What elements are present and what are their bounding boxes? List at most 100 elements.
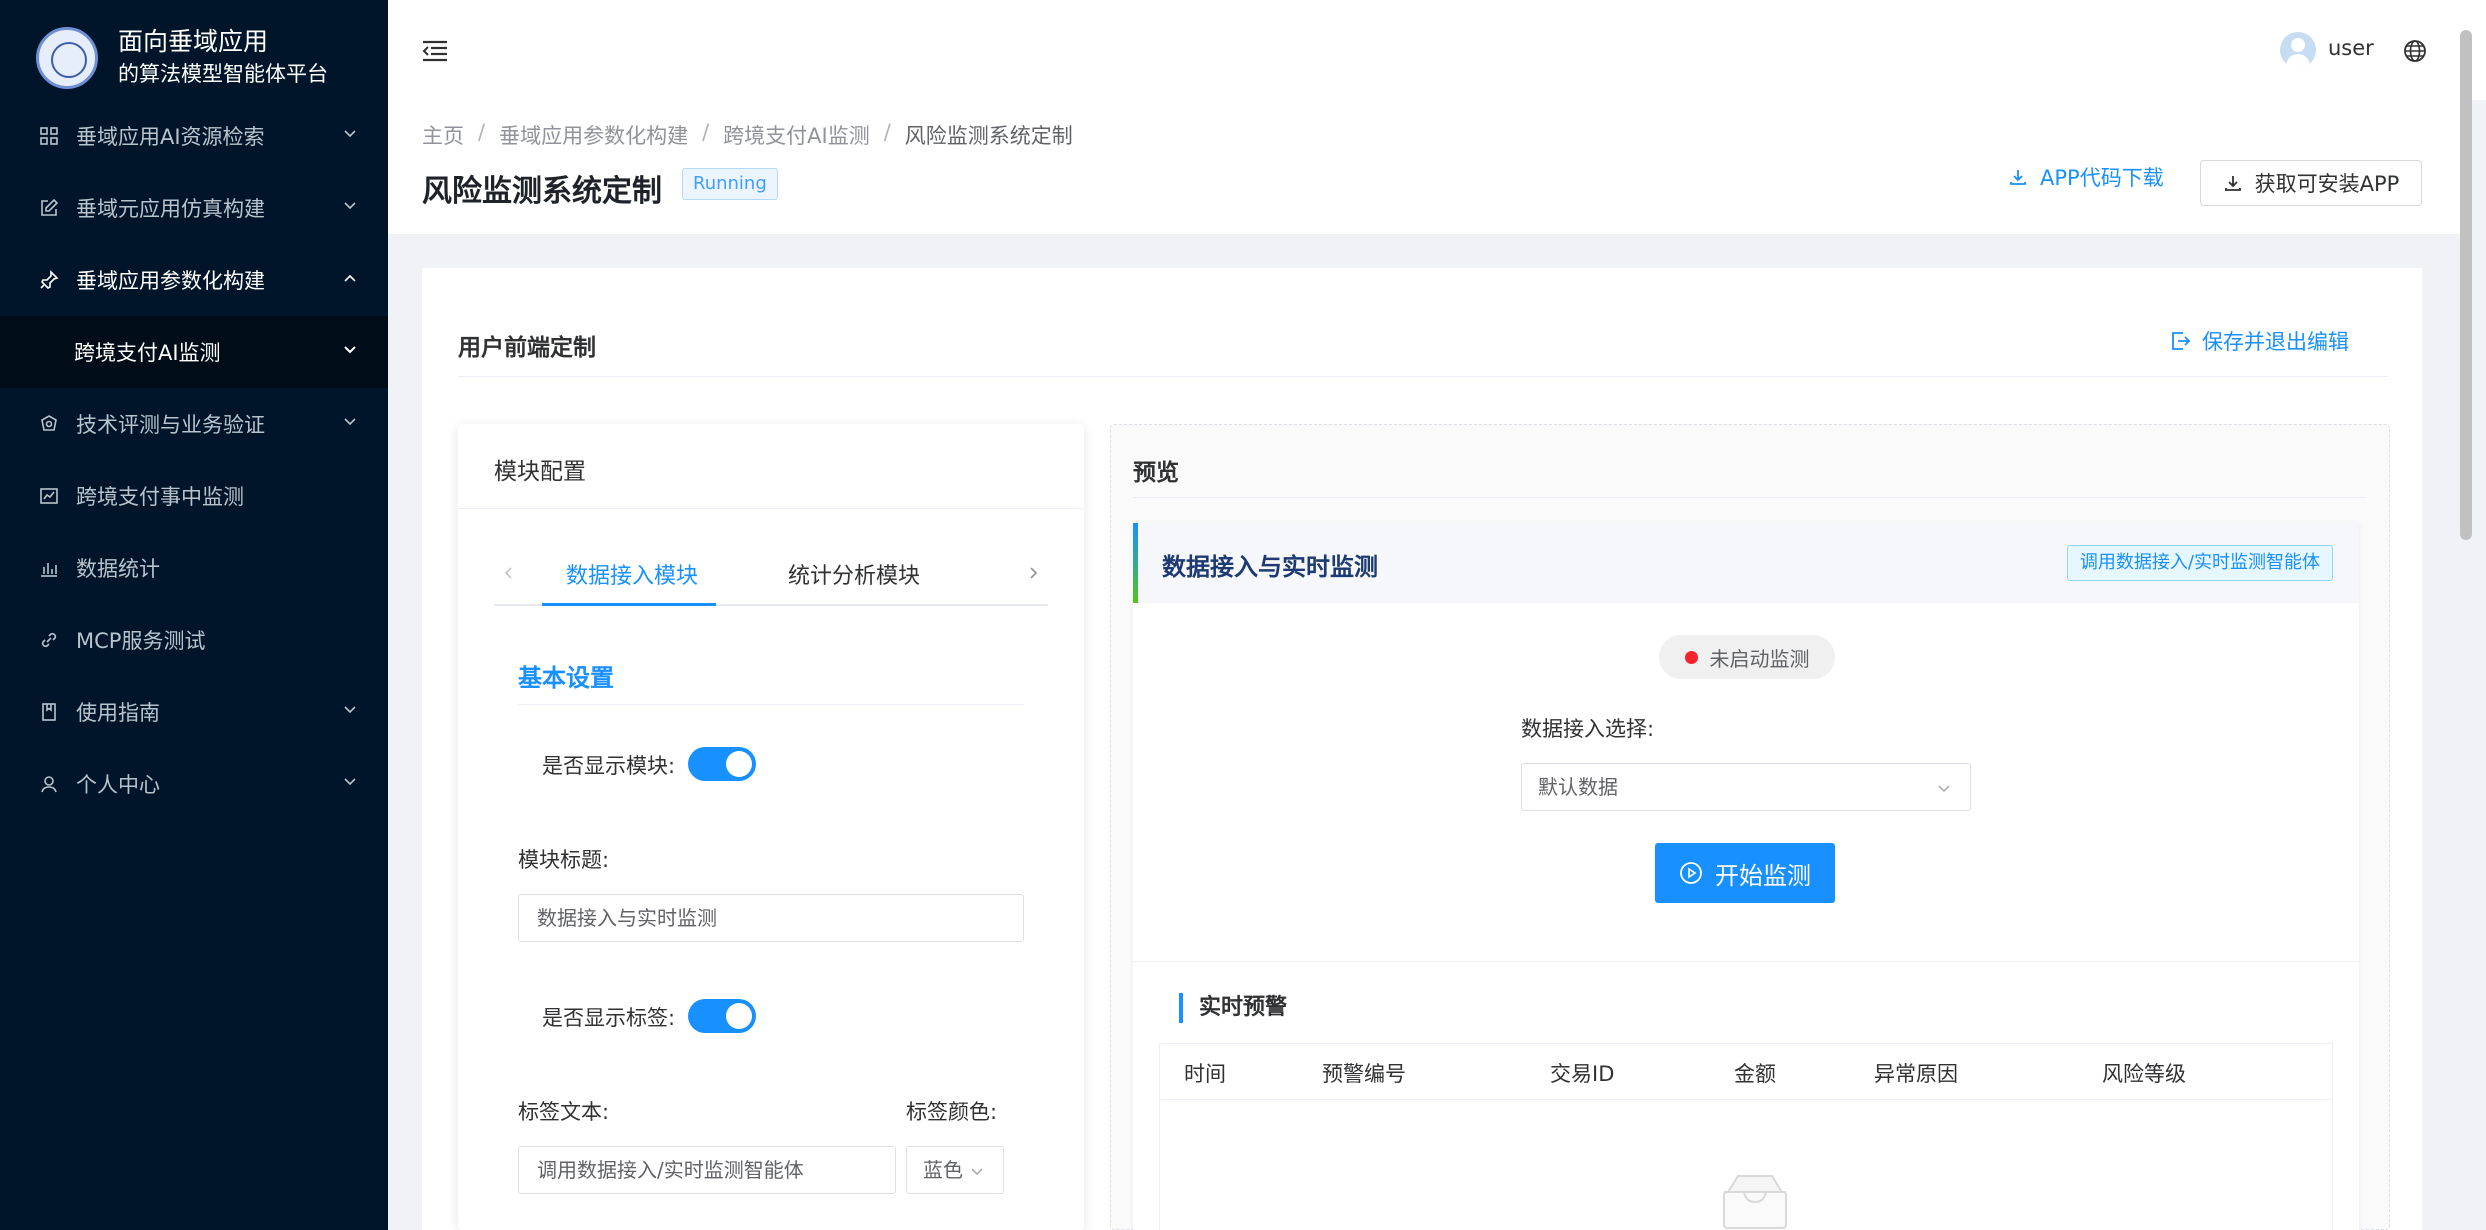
monitor-status: 未启动监测 (1659, 635, 1835, 679)
empty-inbox-icon (1723, 1175, 1787, 1229)
tab-active-indicator (542, 603, 716, 606)
avatar[interactable] (2280, 32, 2316, 68)
get-app-button[interactable]: 获取可安装APP (2200, 160, 2422, 206)
sidebar-item-guide[interactable]: 使用指南 (0, 676, 388, 748)
tab-data-access[interactable]: 数据接入模块 (566, 558, 698, 590)
save-exit-button[interactable]: 保存并退出编辑 (2170, 326, 2349, 356)
sidebar-item-payment-ai[interactable]: 跨境支付AI监测 (0, 316, 388, 388)
tag-text-input[interactable]: 调用数据接入/实时监测智能体 (518, 1146, 896, 1194)
column-header: 预警编号 (1322, 1062, 1406, 1086)
download-icon (2224, 176, 2241, 191)
sidebar-item-label: 数据统计 (76, 557, 160, 581)
column-header: 风险等级 (2102, 1062, 2186, 1086)
main-card: 用户前端定制 保存并退出编辑 模块配置 数据接入模块 统计分析模块 基本设置 是… (422, 268, 2422, 1230)
show-tag-switch[interactable] (688, 999, 756, 1033)
page-header: 主页 / 垂域应用参数化构建 / 跨境支付AI监测 / 风险监测系统定制 风险监… (388, 100, 2460, 234)
panel-title: 模块配置 (494, 459, 586, 485)
alert-section-title: 实时预警 (1179, 993, 1287, 1023)
status-badge: Running (682, 168, 778, 200)
app-logo: 面向垂域应用 的算法模型智能体平台 (36, 18, 328, 98)
tag-color-select[interactable]: 蓝色 (906, 1146, 1004, 1194)
preview-panel: 预览 数据接入与实时监测 调用数据接入/实时监测智能体 未启动监测 数据接入选择… (1110, 424, 2390, 1230)
chevron-down-icon (344, 202, 356, 210)
sidebar-item-param-build[interactable]: 垂域应用参数化构建 (0, 244, 388, 316)
book-icon (38, 701, 60, 723)
chevron-down-icon (344, 418, 356, 426)
module-title-input[interactable]: 数据接入与实时监测 (518, 894, 1024, 942)
sidebar-menu: 垂域应用AI资源检索 垂域元应用仿真构建 垂域应用参数化构建 跨境支付AI监测 (0, 100, 388, 820)
sidebar-item-label: 个人中心 (76, 773, 160, 797)
menu-fold-icon[interactable] (420, 36, 450, 66)
column-header: 金额 (1734, 1062, 1776, 1086)
chevron-down-icon (344, 346, 356, 354)
sidebar-item-mcp-test[interactable]: MCP服务测试 (0, 604, 388, 676)
sidebar-item-resource-search[interactable]: 垂域应用AI资源检索 (0, 100, 388, 172)
bar-chart-icon (38, 557, 60, 579)
edit-icon (38, 197, 60, 219)
sidebar-item-statistics[interactable]: 数据统计 (0, 532, 388, 604)
top-header: user (388, 0, 2486, 100)
app-title-line2: 的算法模型智能体平台 (118, 62, 328, 86)
show-tag-label: 是否显示标签: (542, 1006, 676, 1030)
pin-icon (38, 269, 60, 291)
university-emblem-icon (36, 27, 98, 89)
sidebar-item-inflight-monitor[interactable]: 跨境支付事中监测 (0, 460, 388, 532)
chevron-down-icon (344, 778, 356, 786)
breadcrumb: 主页 / 垂域应用参数化构建 / 跨境支付AI监测 / 风险监测系统定制 (422, 120, 1073, 150)
data-source-label: 数据接入选择: (1521, 717, 1655, 741)
user-name[interactable]: user (2328, 36, 2374, 60)
sidebar-item-label: MCP服务测试 (76, 629, 206, 653)
tag-text-label: 标签文本: (518, 1100, 610, 1124)
preview-module-card: 数据接入与实时监测 调用数据接入/实时监测智能体 未启动监测 数据接入选择: 默… (1133, 523, 2359, 1230)
module-title-label: 模块标题: (518, 848, 610, 872)
sidebar-item-label: 技术评测与业务验证 (76, 413, 265, 437)
chevron-down-icon (344, 130, 356, 138)
grid-icon (38, 125, 60, 147)
tab-statistics[interactable]: 统计分析模块 (788, 558, 920, 590)
sidebar-item-label: 垂域元应用仿真构建 (76, 197, 265, 221)
data-source-select[interactable]: 默认数据 (1521, 763, 1971, 811)
sidebar-item-label: 跨境支付AI监测 (74, 341, 221, 365)
breadcrumb-home[interactable]: 主页 (422, 120, 464, 150)
group-title: 基本设置 (518, 664, 614, 692)
sidebar-item-evaluation[interactable]: 技术评测与业务验证 (0, 388, 388, 460)
sidebar-item-label: 跨境支付事中监测 (76, 485, 244, 509)
page-title: 风险监测系统定制 (422, 174, 662, 209)
app-title-line1: 面向垂域应用 (118, 27, 269, 56)
chevron-down-icon (344, 706, 356, 714)
module-header: 数据接入与实时监测 调用数据接入/实时监测智能体 (1133, 523, 2359, 603)
play-circle-icon (1680, 862, 1702, 884)
sidebar-item-label: 使用指南 (76, 701, 160, 725)
chevron-left-icon[interactable] (500, 564, 518, 582)
column-header: 时间 (1184, 1062, 1226, 1086)
globe-icon[interactable] (2402, 38, 2428, 64)
breadcrumb-current: 风险监测系统定制 (904, 124, 1073, 148)
column-header: 交易ID (1550, 1062, 1615, 1086)
chevron-right-icon[interactable] (1024, 564, 1042, 582)
status-dot-icon (1684, 650, 1698, 664)
show-module-switch[interactable] (688, 747, 756, 781)
module-title: 数据接入与实时监测 (1162, 553, 1378, 581)
badge-icon (38, 413, 60, 435)
breadcrumb-payment-ai[interactable]: 跨境支付AI监测 (723, 120, 870, 150)
sidebar-item-profile[interactable]: 个人中心 (0, 748, 388, 820)
chevron-up-icon (344, 274, 356, 282)
line-chart-icon (38, 485, 60, 507)
breadcrumb-param-build[interactable]: 垂域应用参数化构建 (499, 120, 688, 150)
exit-icon (2172, 332, 2191, 350)
download-code-button[interactable]: APP代码下载 (2008, 162, 2164, 192)
table-header: 时间 预警编号 交易ID 金额 异常原因 风险等级 (1160, 1044, 2332, 1100)
sidebar-item-label: 垂域应用参数化构建 (76, 269, 265, 293)
preview-title: 预览 (1133, 460, 1179, 486)
tag-color-label: 标签颜色: (906, 1100, 998, 1124)
user-icon (38, 773, 60, 795)
page-scrollbar[interactable] (2460, 30, 2472, 540)
sidebar-item-simulation[interactable]: 垂域元应用仿真构建 (0, 172, 388, 244)
sidebar-item-label: 垂域应用AI资源检索 (76, 125, 265, 149)
start-monitor-button[interactable]: 开始监测 (1655, 843, 1835, 903)
show-module-label: 是否显示模块: (542, 754, 676, 778)
column-header: 异常原因 (1874, 1062, 1958, 1086)
chevron-down-icon (1938, 785, 1950, 792)
section-title: 用户前端定制 (458, 335, 596, 361)
download-icon (2010, 170, 2026, 185)
